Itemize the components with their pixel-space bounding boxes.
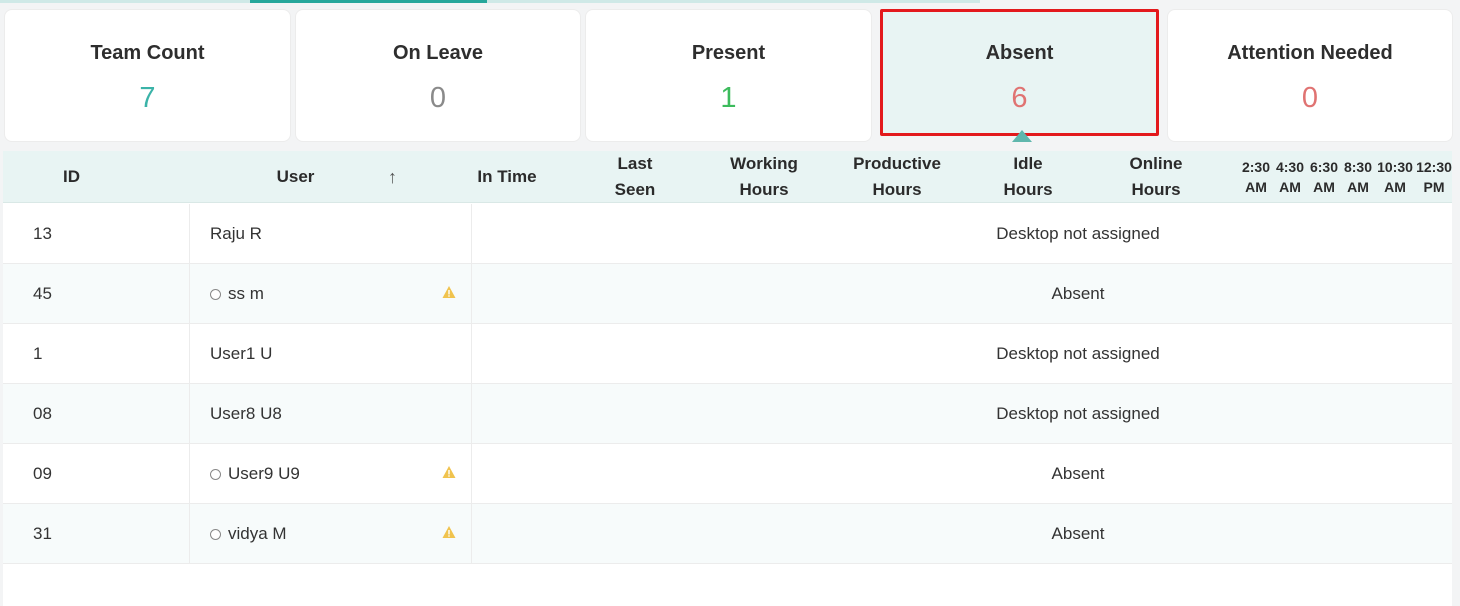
card-title: Present — [691, 42, 766, 64]
tick-time: 6:30 — [1309, 159, 1339, 175]
card-absent[interactable]: Absent 6 — [880, 9, 1159, 136]
user-name[interactable]: User9 U9 — [228, 444, 300, 504]
header-line: Idle — [1013, 154, 1043, 173]
warning-icon[interactable] — [442, 285, 456, 299]
status-text: Absent — [1051, 524, 1105, 543]
card-team-count[interactable]: Team Count 7 — [4, 9, 291, 142]
header-line: Working — [730, 154, 798, 173]
tick-period: PM — [1423, 179, 1445, 195]
cell-id: 08 — [33, 404, 52, 423]
card-count: 0 — [1301, 82, 1319, 114]
timeline-tick: 6:30 AM — [1307, 157, 1341, 197]
user-name[interactable]: ss m — [228, 264, 264, 324]
cell-user: User8 U8 — [189, 384, 472, 444]
status-circle-icon — [210, 289, 221, 300]
header-idle-hours[interactable]: Idle Hours — [983, 151, 1073, 203]
header-id[interactable]: ID — [33, 151, 113, 203]
table-row[interactable]: 08 User8 U8 Desktop not assigned — [3, 384, 1452, 444]
cell-id: 1 — [33, 344, 43, 363]
card-title: Absent — [985, 42, 1054, 64]
warning-icon[interactable] — [442, 465, 456, 479]
status-circle-icon — [210, 469, 221, 480]
header-line: Hours — [872, 180, 922, 199]
timeline-tick: 12:30 PM — [1414, 157, 1452, 197]
tick-period: AM — [1245, 179, 1267, 195]
timeline-tick: 10:30 AM — [1375, 157, 1415, 197]
status-text: Desktop not assigned — [996, 224, 1160, 243]
cell-status: Absent — [472, 504, 1452, 564]
cell-status: Desktop not assigned — [472, 204, 1452, 264]
cell-user: ss m — [189, 264, 472, 324]
cell-id: 31 — [33, 524, 52, 543]
cell-user: vidya M — [189, 504, 472, 564]
status-circle-icon — [210, 529, 221, 540]
header-line: Hours — [739, 180, 789, 199]
header-productive-hours[interactable]: Productive Hours — [839, 151, 955, 203]
card-present[interactable]: Present 1 — [585, 9, 872, 142]
header-line: Online — [1129, 154, 1183, 173]
status-text: Absent — [1051, 464, 1105, 483]
header-line: Hours — [1131, 180, 1181, 199]
cell-status: Absent — [472, 444, 1452, 504]
header-last-seen[interactable]: Last Seen — [591, 151, 679, 203]
tick-time: 8:30 — [1343, 159, 1373, 175]
selected-card-pointer — [1012, 130, 1032, 142]
cell-id: 45 — [33, 284, 52, 303]
header-user[interactable]: User — [243, 151, 348, 203]
header-working-hours[interactable]: Working Hours — [711, 151, 817, 203]
tick-time: 12:30 — [1416, 159, 1452, 175]
card-title: On Leave — [392, 42, 484, 64]
tick-time: 4:30 — [1275, 159, 1305, 175]
sort-ascending-icon[interactable]: ↑ — [388, 167, 397, 188]
header-in-time[interactable]: In Time — [465, 151, 549, 203]
cell-status: Absent — [472, 264, 1452, 324]
timeline-tick: 8:30 AM — [1341, 157, 1375, 197]
warning-icon[interactable] — [442, 525, 456, 539]
card-count: 6 — [1011, 82, 1028, 114]
card-title: Team Count — [90, 42, 205, 64]
tick-period: AM — [1384, 179, 1406, 195]
card-attention-needed[interactable]: Attention Needed 0 — [1167, 9, 1453, 142]
card-count: 0 — [429, 82, 447, 114]
tick-period: AM — [1347, 179, 1369, 195]
status-text: Desktop not assigned — [996, 344, 1160, 363]
cell-id: 13 — [33, 224, 52, 243]
cell-user: Raju R — [189, 204, 472, 264]
attendance-table: ID User ↑ In Time Last Seen Working Hour… — [3, 151, 1452, 606]
card-on-leave[interactable]: On Leave 0 — [295, 9, 581, 142]
header-online-hours[interactable]: Online Hours — [1109, 151, 1203, 203]
tab-strip — [0, 0, 980, 3]
cell-status: Desktop not assigned — [472, 324, 1452, 384]
header-line: Last — [617, 154, 653, 173]
header-line: Seen — [614, 180, 656, 199]
timeline-tick: 2:30 AM — [1239, 157, 1273, 197]
table-row[interactable]: 1 User1 U Desktop not assigned — [3, 324, 1452, 384]
timeline-tick: 4:30 AM — [1273, 157, 1307, 197]
cell-user: User9 U9 — [189, 444, 472, 504]
card-count: 7 — [139, 82, 156, 114]
table-row[interactable]: 45 ss m Absent — [3, 264, 1452, 324]
tick-period: AM — [1279, 179, 1301, 195]
table-row[interactable]: 09 User9 U9 Absent — [3, 444, 1452, 504]
user-name[interactable]: vidya M — [228, 504, 287, 564]
tick-time: 10:30 — [1377, 159, 1413, 175]
user-name[interactable]: User1 U — [210, 324, 272, 384]
table-header: ID User ↑ In Time Last Seen Working Hour… — [3, 151, 1452, 203]
table-row[interactable]: 13 Raju R Desktop not assigned — [3, 204, 1452, 264]
tick-time: 2:30 — [1241, 159, 1271, 175]
status-text: Absent — [1051, 284, 1105, 303]
user-name[interactable]: Raju R — [210, 204, 262, 264]
user-name[interactable]: User8 U8 — [210, 384, 282, 444]
table-row[interactable]: 31 vidya M Absent — [3, 504, 1452, 564]
header-line: Productive — [853, 154, 941, 173]
cell-user: User1 U — [189, 324, 472, 384]
card-count: 1 — [720, 82, 737, 114]
status-text: Desktop not assigned — [996, 404, 1160, 423]
cell-id: 09 — [33, 464, 52, 483]
active-tab-indicator — [250, 0, 487, 3]
header-line: Hours — [1003, 180, 1053, 199]
tick-period: AM — [1313, 179, 1335, 195]
card-title: Attention Needed — [1227, 42, 1393, 64]
cell-status: Desktop not assigned — [472, 384, 1452, 444]
